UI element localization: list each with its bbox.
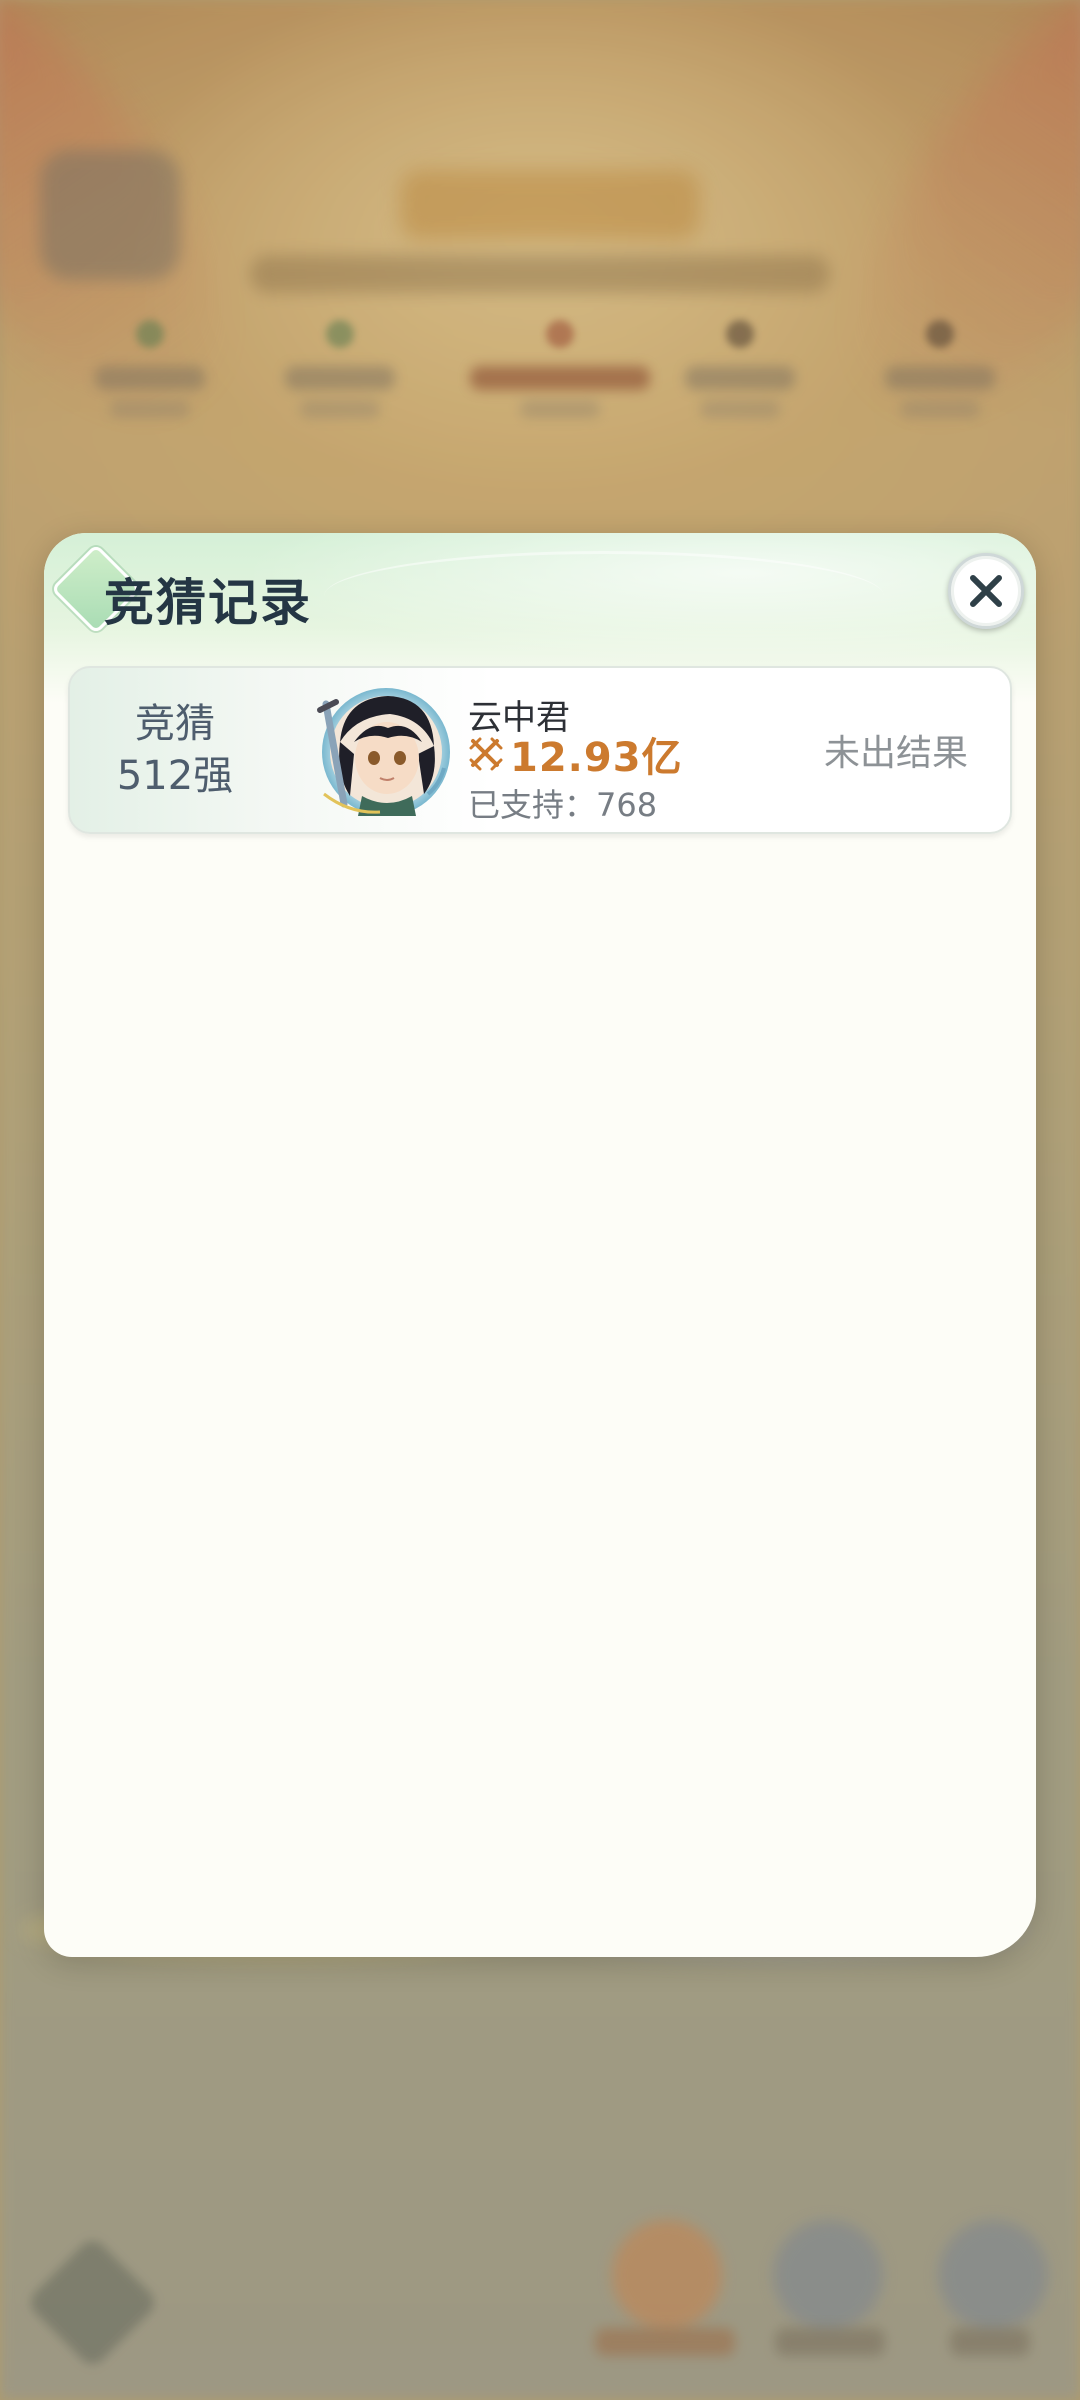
round-stage: 512强 [116,753,234,799]
bet-record-dialog: 竞猜记录 竞猜 512强 云中君 12.93亿 已支持：768 未出结果 [44,533,1036,1957]
support-count: 已支持：768 [468,786,658,824]
bet-result-status: 未出结果 [823,733,968,774]
dialog-title: 竞猜记录 [104,574,312,632]
close-icon [970,575,1002,607]
combat-power: 12.93亿 [468,730,683,781]
round-info: 竞猜 512强 [70,668,280,832]
hero-avatar [310,684,450,820]
crossed-swords-icon [469,737,503,771]
header-decoration [324,551,884,641]
bet-record-row[interactable]: 竞猜 512强 云中君 12.93亿 已支持：768 未出结果 [68,666,1012,834]
close-button[interactable] [948,553,1024,629]
round-label: 竞猜 [135,701,215,747]
combat-power-value: 12.93亿 [510,735,683,781]
